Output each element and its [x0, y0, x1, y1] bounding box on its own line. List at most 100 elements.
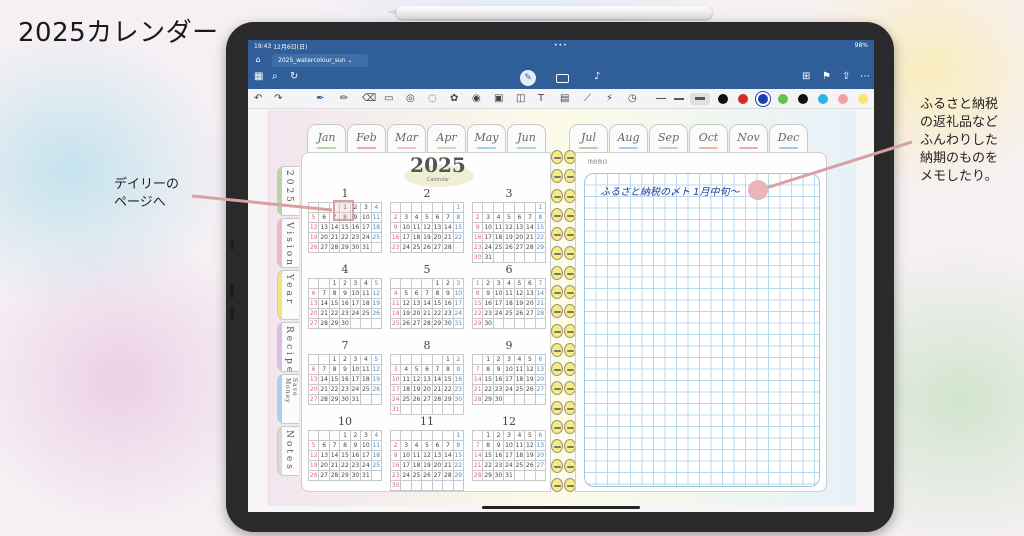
day-cell[interactable]: 26: [371, 309, 382, 319]
day-cell[interactable]: 10: [483, 223, 494, 233]
day-cell[interactable]: 1: [329, 279, 341, 289]
search-icon[interactable]: ⌕: [272, 71, 278, 82]
side-tab-save-money[interactable]: Save Money: [277, 374, 299, 424]
day-cell[interactable]: 15: [535, 223, 546, 233]
day-cell[interactable]: 25: [411, 243, 423, 253]
day-cell[interactable]: 16: [483, 299, 494, 309]
day-cell[interactable]: 10: [504, 441, 515, 451]
day-cell[interactable]: 27: [432, 243, 444, 253]
day-cell[interactable]: 11: [401, 375, 412, 385]
day-cell[interactable]: 12: [422, 451, 433, 461]
day-cell[interactable]: 22: [483, 461, 494, 471]
day-cell[interactable]: 6: [422, 365, 433, 375]
lasso-icon[interactable]: ◌: [428, 93, 437, 104]
day-cell[interactable]: 17: [504, 375, 515, 385]
day-cell[interactable]: 16: [340, 299, 351, 309]
day-cell[interactable]: 12: [371, 289, 382, 299]
day-cell[interactable]: 18: [371, 223, 382, 233]
day-cell[interactable]: 4: [401, 365, 412, 375]
day-cell[interactable]: 22: [340, 233, 351, 243]
day-cell[interactable]: [329, 431, 341, 441]
day-cell[interactable]: 28: [432, 395, 444, 405]
day-cell[interactable]: 16: [453, 375, 464, 385]
day-cell[interactable]: 13: [525, 289, 536, 299]
day-cell[interactable]: 23: [391, 471, 402, 481]
day-cell[interactable]: 11: [514, 441, 526, 451]
mic-icon[interactable]: ♪: [594, 71, 600, 82]
month-calendar-5[interactable]: 5 1 2 3 4 5 6 7 8 9 10 11 12 13 14 15 16 17 18 19 20 21 22 23 24…: [390, 263, 464, 329]
day-cell[interactable]: [361, 319, 372, 329]
day-cell[interactable]: [443, 481, 454, 491]
day-cell[interactable]: 5: [514, 279, 526, 289]
day-cell[interactable]: 12: [401, 299, 412, 309]
day-cell[interactable]: [391, 279, 402, 289]
day-cell[interactable]: 24: [453, 309, 464, 319]
day-cell[interactable]: 21: [329, 233, 341, 243]
month-tab-jan[interactable]: Jan: [307, 124, 346, 152]
day-cell[interactable]: 27: [535, 385, 546, 395]
day-cell[interactable]: 30: [453, 395, 464, 405]
day-cell[interactable]: 13: [432, 223, 444, 233]
thickness-thin[interactable]: [656, 98, 666, 99]
add-page-icon[interactable]: ⊞: [802, 71, 810, 82]
day-cell[interactable]: 20: [535, 451, 546, 461]
day-cell[interactable]: 27: [525, 309, 536, 319]
month-calendar-12[interactable]: 12 1 2 3 4 5 6 7 8 9 10 11 12 13 14 15 16 17 18 19 20 21 22 23 2…: [472, 415, 546, 481]
day-cell[interactable]: 27: [411, 319, 423, 329]
day-cell[interactable]: [309, 355, 320, 365]
day-cell[interactable]: [432, 431, 444, 441]
keyboard-icon[interactable]: [556, 74, 569, 83]
month-tab-jun[interactable]: Jun: [507, 124, 546, 152]
day-cell[interactable]: 19: [309, 233, 320, 243]
day-cell[interactable]: 4: [361, 279, 372, 289]
day-cell[interactable]: 20: [319, 461, 330, 471]
day-cell[interactable]: 16: [391, 233, 402, 243]
day-cell[interactable]: 4: [514, 431, 526, 441]
day-cell[interactable]: [411, 279, 423, 289]
side-tab-vision[interactable]: Vision: [277, 218, 299, 268]
day-cell[interactable]: 6: [319, 213, 330, 223]
day-cell[interactable]: 3: [504, 431, 515, 441]
day-cell[interactable]: 28: [473, 471, 484, 481]
day-cell[interactable]: 23: [453, 385, 464, 395]
day-cell[interactable]: 6: [309, 289, 320, 299]
day-cell[interactable]: 7: [443, 441, 454, 451]
day-cell[interactable]: 7: [422, 289, 433, 299]
day-cell[interactable]: 1: [483, 431, 494, 441]
day-cell[interactable]: [493, 319, 505, 329]
day-cell[interactable]: 15: [483, 451, 494, 461]
day-cell[interactable]: 15: [340, 451, 351, 461]
day-cell[interactable]: 13: [319, 451, 330, 461]
day-cell[interactable]: 24: [504, 461, 515, 471]
undo-icon[interactable]: ↶: [254, 93, 262, 104]
day-cell[interactable]: 14: [535, 289, 546, 299]
day-cell[interactable]: [525, 395, 536, 405]
day-cell[interactable]: 3: [401, 213, 412, 223]
day-cell[interactable]: 14: [473, 451, 484, 461]
day-cell[interactable]: [371, 319, 382, 329]
day-cell[interactable]: 22: [329, 385, 341, 395]
day-cell[interactable]: 15: [453, 223, 464, 233]
day-cell[interactable]: [453, 405, 464, 415]
month-tab-dec[interactable]: Dec: [769, 124, 808, 152]
day-cell[interactable]: 19: [401, 309, 412, 319]
day-cell[interactable]: 6: [514, 213, 526, 223]
day-cell[interactable]: 21: [422, 309, 433, 319]
day-cell[interactable]: 11: [361, 289, 372, 299]
day-cell[interactable]: 17: [493, 299, 505, 309]
day-cell[interactable]: 30: [473, 253, 484, 263]
day-cell[interactable]: 21: [319, 385, 330, 395]
memo-grid[interactable]: [584, 173, 820, 487]
day-cell[interactable]: 13: [309, 299, 320, 309]
day-cell[interactable]: 30: [350, 471, 362, 481]
day-cell[interactable]: 27: [422, 395, 433, 405]
day-cell[interactable]: 4: [514, 355, 526, 365]
day-cell[interactable]: [514, 253, 526, 263]
day-cell[interactable]: 26: [525, 385, 536, 395]
day-cell[interactable]: 22: [443, 385, 454, 395]
day-cell[interactable]: 20: [319, 233, 330, 243]
day-cell[interactable]: 24: [401, 243, 412, 253]
day-cell[interactable]: [473, 355, 484, 365]
day-cell[interactable]: 24: [361, 233, 372, 243]
day-cell[interactable]: 28: [329, 471, 341, 481]
